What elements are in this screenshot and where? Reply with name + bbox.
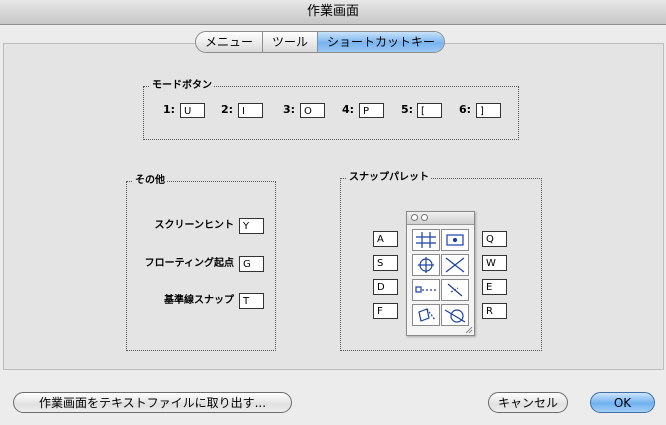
mode-1-label: 1:	[163, 103, 176, 116]
perpendicular-snap-icon	[412, 304, 440, 326]
snap-key-s-field[interactable]: S	[373, 255, 398, 271]
guide-snap-field[interactable]: T	[239, 293, 264, 309]
circle-center-snap-icon	[412, 254, 440, 276]
snap-key-r-field[interactable]: R	[482, 303, 507, 319]
tab-tools[interactable]: ツール	[263, 32, 319, 52]
palette-titlebar	[407, 212, 474, 225]
ok-button[interactable]: OK	[590, 392, 655, 413]
export-to-text-file-button[interactable]: 作業画面をテキストファイルに取り出す...	[13, 392, 292, 413]
other-title: その他	[133, 174, 167, 188]
endpoint-snap-icon	[412, 279, 440, 301]
midpoint-snap-icon	[441, 279, 469, 301]
snap-palette-preview	[406, 211, 475, 336]
mode-3-label: 3:	[283, 103, 296, 116]
mode-6-field[interactable]: ]	[476, 103, 501, 118]
mode-buttons-title: モードボタン	[150, 79, 214, 93]
mode-1-field[interactable]: U	[180, 103, 205, 118]
resize-grip-icon[interactable]	[465, 326, 473, 334]
palette-zoom-icon	[421, 214, 428, 221]
mode-2-label: 2:	[221, 103, 234, 116]
screen-hint-field[interactable]: Y	[239, 218, 264, 234]
mode-2-field[interactable]: I	[238, 103, 263, 118]
snap-key-d-field[interactable]: D	[373, 279, 398, 295]
snap-palette-title: スナップパレット	[347, 171, 431, 185]
floating-origin-field[interactable]: G	[239, 256, 264, 272]
tab-bar: メニュー ツール ショートカットキー	[195, 31, 446, 53]
screen-hint-label: スクリーンヒント	[154, 220, 235, 231]
snap-key-q-field[interactable]: Q	[482, 231, 507, 247]
mode-5-field[interactable]: [	[417, 103, 442, 118]
mode-5-label: 5:	[401, 103, 414, 116]
guide-snap-label: 基準線スナップ	[164, 295, 234, 306]
mode-4-label: 4:	[342, 103, 355, 116]
mode-3-field[interactable]: O	[300, 103, 325, 118]
mode-4-field[interactable]: P	[359, 103, 384, 118]
snap-key-w-field[interactable]: W	[482, 255, 507, 271]
tangent-snap-icon	[441, 304, 469, 326]
tab-menu[interactable]: メニュー	[196, 32, 264, 52]
mode-6-label: 6:	[459, 103, 472, 116]
palette-close-icon	[411, 214, 418, 221]
window-title: 作業画面	[0, 0, 666, 25]
floating-origin-label: フローティング起点	[144, 258, 234, 269]
intersection-snap-icon	[441, 254, 469, 276]
cancel-button[interactable]: キャンセル	[488, 392, 568, 413]
tab-shortcut-keys[interactable]: ショートカットキー	[318, 32, 445, 52]
snap-key-f-field[interactable]: F	[373, 303, 398, 319]
grid-snap-icon	[412, 229, 440, 251]
snap-key-a-field[interactable]: A	[373, 231, 398, 247]
rectangle-snap-icon	[441, 229, 469, 251]
snap-key-e-field[interactable]: E	[482, 279, 507, 295]
